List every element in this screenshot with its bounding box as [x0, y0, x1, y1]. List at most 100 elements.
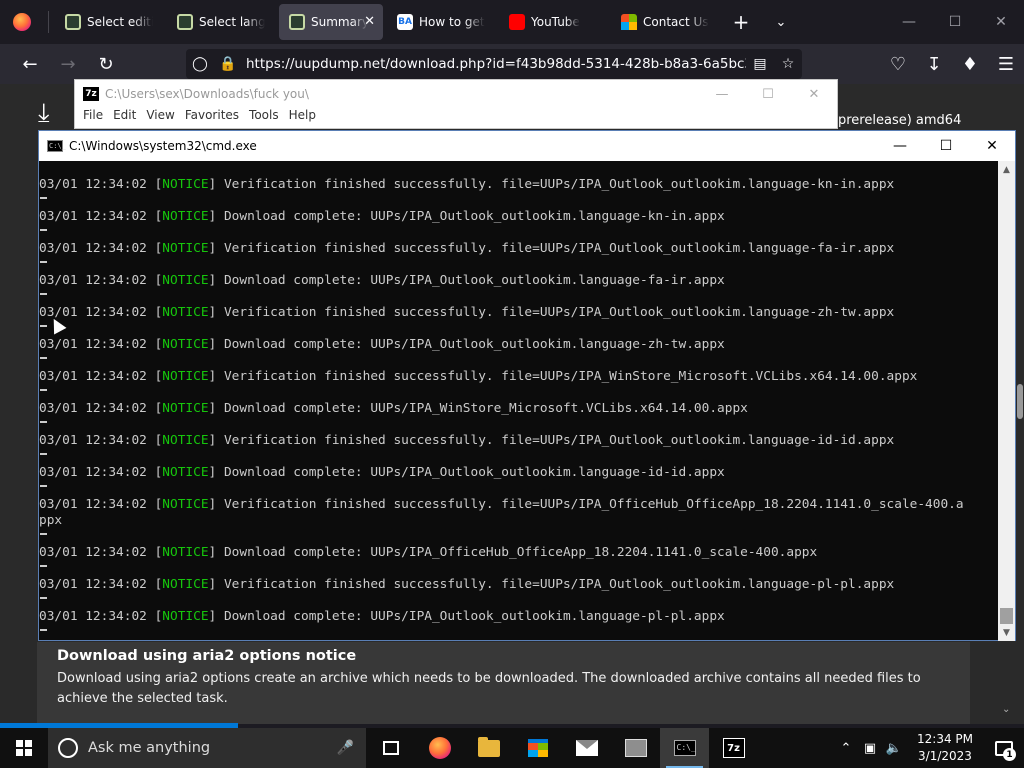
taskbar-package-app[interactable]	[611, 728, 660, 768]
scroll-down-arrow-icon[interactable]: ▼	[998, 624, 1015, 641]
firefox-menu-icon[interactable]	[0, 0, 44, 44]
sevenzip-menu-favorites[interactable]: Favorites	[183, 108, 247, 122]
log-timestamp: 03/01 12:34:02	[39, 545, 147, 560]
cmd-title: C:\Windows\system32\cmd.exe	[69, 139, 257, 153]
back-arrow-icon[interactable]: ←	[12, 48, 48, 80]
log-line: 03/01 12:34:02 [NOTICE] Verification fin…	[39, 241, 895, 256]
clock-date: 3/1/2023	[918, 749, 972, 763]
url-bar[interactable]: ◯ 🔒 https://uupdump.net/download.php?id=…	[186, 49, 802, 79]
search-placeholder: Ask me anything	[88, 740, 211, 756]
minimize-icon[interactable]: —	[699, 80, 745, 108]
log-timestamp: 03/01 12:34:02	[39, 241, 147, 256]
bookmark-star-icon[interactable]: ☆	[774, 56, 802, 72]
cmd-scrollbar-thumb[interactable]	[1000, 608, 1013, 624]
page-scrollbar[interactable]	[1016, 84, 1024, 724]
youtube-icon	[509, 14, 525, 30]
log-line: 03/01 12:34:02 [NOTICE] Download complet…	[39, 609, 725, 624]
tab-label: How to get w	[419, 15, 485, 29]
log-level: NOTICE	[162, 305, 209, 320]
volume-icon[interactable]: 🔈	[882, 741, 906, 756]
taskbar-store[interactable]	[513, 728, 562, 768]
hamburger-menu-icon[interactable]: ☰	[988, 48, 1024, 80]
browser-window-controls: — ☐ ✕	[886, 0, 1024, 44]
close-icon[interactable]: ✕	[969, 131, 1015, 161]
sevenzip-window[interactable]: 7z C:\Users\sex\Downloads\fuck you\ — ☐ …	[74, 79, 838, 129]
cmd-titlebar[interactable]: C:\_ C:\Windows\system32\cmd.exe — ☐ ✕	[39, 131, 1015, 161]
microphone-icon[interactable]: 🎤	[337, 740, 354, 756]
log-line: 03/01 12:34:02 [NOTICE] Download complet…	[39, 465, 725, 480]
start-button[interactable]	[0, 728, 48, 768]
taskbar-file-explorer[interactable]	[464, 728, 513, 768]
tab-5[interactable]: Contact Us |	[611, 4, 719, 40]
cortana-search-box[interactable]: Ask me anything 🎤	[48, 728, 366, 768]
shield-icon[interactable]: ◯	[186, 56, 214, 72]
close-icon[interactable]: ✕	[791, 80, 837, 108]
browser-nav-bar: ← → ↻ ◯ 🔒 https://uupdump.net/download.p…	[0, 44, 1024, 84]
console-cursor-mark	[40, 453, 47, 455]
sevenzip-logo-icon: 7z	[83, 87, 99, 101]
reload-icon[interactable]: ↻	[88, 48, 124, 80]
show-hidden-icons-chevron-icon[interactable]: ⌃	[834, 741, 858, 756]
pocket-icon[interactable]: ♡	[880, 48, 916, 80]
log-level: NOTICE	[162, 209, 209, 224]
taskbar-mail[interactable]	[562, 728, 611, 768]
page-scrollbar-thumb[interactable]	[1017, 384, 1023, 419]
cmd-output[interactable]: 03/01 12:34:02 [NOTICE] Verification fin…	[39, 161, 999, 641]
taskbar-cmd[interactable]: C:\_	[660, 728, 709, 768]
list-all-tabs-chevron-icon[interactable]: ⌄	[761, 15, 801, 30]
url-text[interactable]: https://uupdump.net/download.php?id=f43b…	[242, 56, 746, 72]
console-cursor-mark	[40, 565, 47, 567]
lock-icon[interactable]: 🔒	[214, 56, 242, 72]
uup-icon	[177, 14, 193, 30]
log-line: 03/01 12:34:02 [NOTICE] Verification fin…	[39, 497, 964, 512]
scroll-up-arrow-icon[interactable]: ▲	[998, 161, 1015, 178]
cmd-window-controls: — ☐ ✕	[877, 131, 1015, 161]
new-tab-button[interactable]: +	[721, 2, 761, 42]
log-message: Verification finished successfully. file…	[223, 177, 895, 192]
action-center-button[interactable]: 1	[984, 728, 1024, 768]
sevenzip-menu-view[interactable]: View	[144, 108, 182, 122]
tab-1[interactable]: Select langu	[167, 4, 275, 40]
log-timestamp: 03/01 12:34:02	[39, 273, 147, 288]
tab-2[interactable]: Summary ✕	[279, 4, 383, 40]
extensions-icon[interactable]: ♦	[952, 48, 988, 80]
forward-arrow-icon[interactable]: →	[50, 48, 86, 80]
tab-close-icon[interactable]: ✕	[364, 14, 375, 29]
maximize-icon[interactable]: ☐	[923, 131, 969, 161]
cmd-scrollbar[interactable]: ▲ ▼	[998, 161, 1015, 641]
windows-taskbar: Ask me anything 🎤 C:\_ 7z ⌃ ▣ 🔈 12:34 PM…	[0, 723, 1024, 768]
log-message: Download complete: UUPs/IPA_Outlook_outl…	[223, 273, 725, 288]
console-cursor-mark	[40, 357, 47, 359]
taskbar-firefox[interactable]	[415, 728, 464, 768]
maximize-icon[interactable]: ☐	[745, 80, 791, 108]
sevenzip-menu-tools[interactable]: Tools	[247, 108, 287, 122]
log-level: NOTICE	[162, 337, 209, 352]
sevenzip-menu-edit[interactable]: Edit	[111, 108, 144, 122]
close-icon[interactable]: ✕	[978, 0, 1024, 44]
tab-3[interactable]: BA How to get w	[387, 4, 495, 40]
task-view-button[interactable]	[366, 728, 415, 768]
tab-4[interactable]: YouTube	[499, 4, 607, 40]
sevenzip-menu-file[interactable]: File	[81, 108, 111, 122]
minimize-icon[interactable]: —	[886, 0, 932, 44]
taskbar-7zip[interactable]: 7z	[709, 728, 758, 768]
log-message: Verification finished successfully. file…	[223, 305, 895, 320]
console-cursor-mark	[40, 421, 47, 423]
clock[interactable]: 12:34 PM 3/1/2023	[906, 731, 984, 765]
tab-separator	[48, 11, 49, 33]
maximize-icon[interactable]: ☐	[932, 0, 978, 44]
network-icon[interactable]: ▣	[858, 741, 882, 756]
sevenzip-menu-help[interactable]: Help	[287, 108, 324, 122]
log-timestamp: 03/01 12:34:02	[39, 369, 147, 384]
scroll-down-chevron-icon[interactable]: ⌄	[1002, 704, 1010, 715]
uup-icon	[65, 14, 81, 30]
cmd-window[interactable]: C:\_ C:\Windows\system32\cmd.exe — ☐ ✕ 0…	[38, 130, 1016, 641]
package-icon	[624, 739, 647, 757]
folder-icon	[477, 736, 500, 757]
download-icon[interactable]: ↧	[916, 48, 952, 80]
reader-view-icon[interactable]: ▤	[746, 56, 774, 72]
toolbar-right: ♡ ↧ ♦ ☰	[880, 44, 1024, 84]
notice-title: Download using aria2 options notice	[57, 648, 357, 664]
tab-0[interactable]: Select editio	[55, 4, 163, 40]
minimize-icon[interactable]: —	[877, 131, 923, 161]
